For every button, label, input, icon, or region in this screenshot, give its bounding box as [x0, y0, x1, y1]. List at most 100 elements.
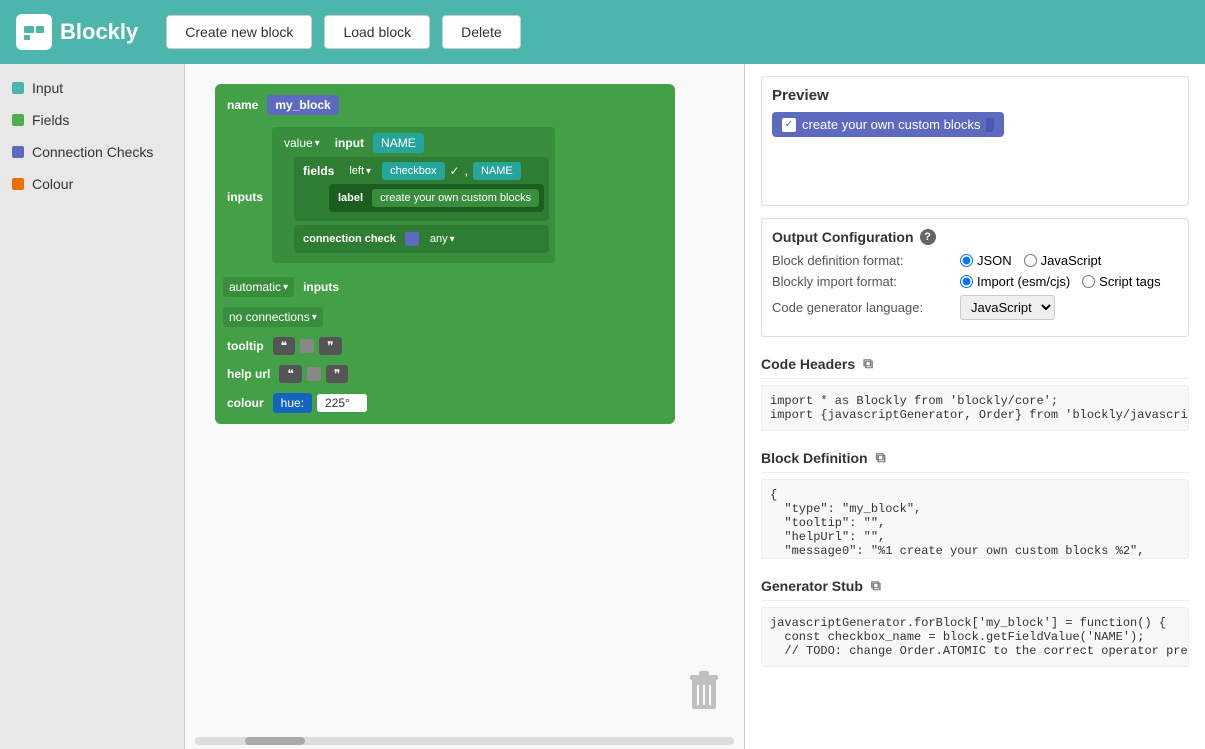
help-url-icon[interactable] — [307, 367, 321, 381]
no-connections-row: no connections ▾ — [223, 304, 667, 330]
sidebar-item-fields[interactable]: Fields — [0, 104, 184, 136]
sidebar-item-connection-checks[interactable]: Connection Checks — [0, 136, 184, 168]
help-url-row: help url ❝ ❞ — [223, 362, 667, 386]
input-dot — [12, 82, 24, 94]
preview-section: Preview ✓ create your own custom blocks — [761, 76, 1189, 206]
block-canvas[interactable]: name my_block inputs value ▾ — [185, 64, 745, 749]
value-label: value — [284, 136, 313, 150]
header: Blockly Create new block Load block Dele… — [0, 0, 1205, 64]
generator-stub-title-text: Generator Stub — [761, 578, 863, 594]
code-headers-line1: import * as Blockly from 'blockly/core'; — [770, 394, 1058, 408]
format-json-label: JSON — [977, 253, 1012, 268]
block-definition-title-text: Block Definition — [761, 450, 868, 466]
any-dropdown[interactable]: any ▾ — [424, 230, 461, 248]
checkbox-label[interactable]: checkbox — [382, 162, 444, 180]
code-headers-copy-icon[interactable]: ⧉ — [863, 355, 873, 372]
value-dropdown[interactable]: value ▾ — [278, 133, 326, 153]
sidebar: Input Fields Connection Checks Colour — [0, 64, 185, 749]
generator-stub-copy-icon[interactable]: ⧉ — [871, 577, 881, 594]
generator-stub-code[interactable]: javascriptGenerator.forBlock['my_block']… — [761, 607, 1189, 667]
label-row-container: label create your own custom blocks — [329, 184, 544, 212]
output-config-title: Output Configuration ? — [772, 229, 1178, 245]
tooltip-label: tooltip — [223, 337, 268, 355]
output-config-title-text: Output Configuration — [772, 229, 914, 245]
left-chevron-icon: ▾ — [366, 166, 371, 177]
help-url-quote-open: ❝ — [279, 365, 301, 383]
automatic-chevron-icon: ▾ — [283, 282, 288, 293]
automatic-inputs-row: automatic ▾ inputs — [223, 274, 667, 300]
gen-line3: // TODO: change Order.ATOMIC to the corr… — [770, 644, 1188, 658]
canvas-scrollbar[interactable] — [195, 737, 734, 745]
import-radio-group: Import (esm/cjs) Script tags — [960, 274, 1161, 289]
comma-separator: , — [465, 164, 468, 178]
tooltip-icon[interactable] — [300, 339, 314, 353]
value-chevron-icon: ▾ — [315, 138, 320, 149]
import-label: Blockly import format: — [772, 274, 952, 289]
main-layout: Input Fields Connection Checks Colour na… — [0, 64, 1205, 749]
sidebar-item-colour[interactable]: Colour — [0, 168, 184, 200]
create-new-block-button[interactable]: Create new block — [166, 15, 312, 49]
output-config-section: Output Configuration ? Block definition … — [761, 218, 1189, 337]
preview-notch — [986, 118, 994, 132]
trash-icon[interactable] — [684, 669, 724, 719]
sidebar-label-colour: Colour — [32, 176, 73, 192]
import-esm-label: Import (esm/cjs) — [977, 274, 1070, 289]
automatic-label: automatic — [229, 280, 281, 294]
tooltip-quote-close: ❞ — [319, 337, 341, 355]
no-connections-chevron-icon: ▾ — [312, 312, 317, 323]
import-script-radio[interactable] — [1082, 275, 1095, 288]
inputs-row: inputs value ▾ input NAME — [223, 124, 667, 270]
import-esm-radio[interactable] — [960, 275, 973, 288]
preview-block: ✓ create your own custom blocks — [772, 112, 1004, 137]
code-headers-block[interactable]: import * as Blockly from 'blockly/core';… — [761, 385, 1189, 431]
label-inner: label create your own custom blocks — [334, 189, 539, 207]
hue-prefix: hue: — [273, 393, 312, 413]
left-dropdown[interactable]: left ▾ — [343, 162, 377, 180]
load-block-button[interactable]: Load block — [324, 15, 430, 49]
automatic-dropdown[interactable]: automatic ▾ — [223, 277, 294, 297]
inputs-label: inputs — [223, 188, 267, 206]
fields-dot — [12, 114, 24, 126]
format-javascript-radio[interactable] — [1024, 254, 1037, 267]
canvas-scrollbar-thumb[interactable] — [245, 737, 305, 745]
delete-button[interactable]: Delete — [442, 15, 520, 49]
label-text-chip[interactable]: create your own custom blocks — [372, 189, 539, 207]
generator-stub-section: Generator Stub ⧉ javascriptGenerator.for… — [761, 571, 1189, 667]
preview-check-symbol: ✓ — [785, 119, 793, 130]
help-url-quote-close: ❞ — [326, 365, 348, 383]
block-definition-code[interactable]: { "type": "my_block", "tooltip": "", "he… — [761, 479, 1189, 559]
format-json-option[interactable]: JSON — [960, 253, 1012, 268]
generator-label: Code generator language: — [772, 300, 952, 315]
hue-input[interactable] — [317, 394, 367, 412]
block-definition-section: Block Definition ⧉ { "type": "my_block",… — [761, 443, 1189, 559]
block-editor: name my_block inputs value ▾ — [215, 84, 675, 424]
connection-check-icon — [405, 232, 419, 246]
name-field2-chip[interactable]: NAME — [473, 162, 521, 180]
code-headers-line2: import {javascriptGenerator, Order} from… — [770, 408, 1189, 422]
format-javascript-option[interactable]: JavaScript — [1024, 253, 1102, 268]
import-esm-option[interactable]: Import (esm/cjs) — [960, 274, 1070, 289]
format-radio-group: JSON JavaScript — [960, 253, 1101, 268]
name-field-chip[interactable]: NAME — [373, 133, 424, 153]
import-script-option[interactable]: Script tags — [1082, 274, 1160, 289]
sidebar-label-fields: Fields — [32, 112, 69, 128]
preview-checkbox-icon: ✓ — [782, 118, 796, 132]
block-definition-copy-icon[interactable]: ⧉ — [876, 449, 886, 466]
no-connections-label: no connections — [229, 310, 310, 324]
code-gen-select[interactable]: JavaScript Python PHP Lua Dart — [960, 295, 1055, 320]
format-label: Block definition format: — [772, 253, 952, 268]
no-connections-dropdown[interactable]: no connections ▾ — [223, 307, 323, 327]
output-config-help-icon[interactable]: ? — [920, 229, 936, 245]
fields-label: fields — [299, 162, 338, 180]
format-json-radio[interactable] — [960, 254, 973, 267]
right-panel: Preview ✓ create your own custom blocks … — [745, 64, 1205, 749]
sidebar-item-input[interactable]: Input — [0, 72, 184, 104]
sidebar-label-connection-checks: Connection Checks — [32, 144, 153, 160]
main-block[interactable]: name my_block inputs value ▾ — [215, 84, 675, 424]
format-row: Block definition format: JSON JavaScript — [772, 253, 1178, 268]
input-container: value ▾ input NAME fields — [272, 127, 555, 267]
inputs-label2: inputs — [299, 278, 343, 296]
tooltip-row: tooltip ❝ ❞ — [223, 334, 667, 358]
gen-line2: const checkbox_name = block.getFieldValu… — [770, 630, 1144, 644]
name-value-chip[interactable]: my_block — [267, 95, 338, 115]
